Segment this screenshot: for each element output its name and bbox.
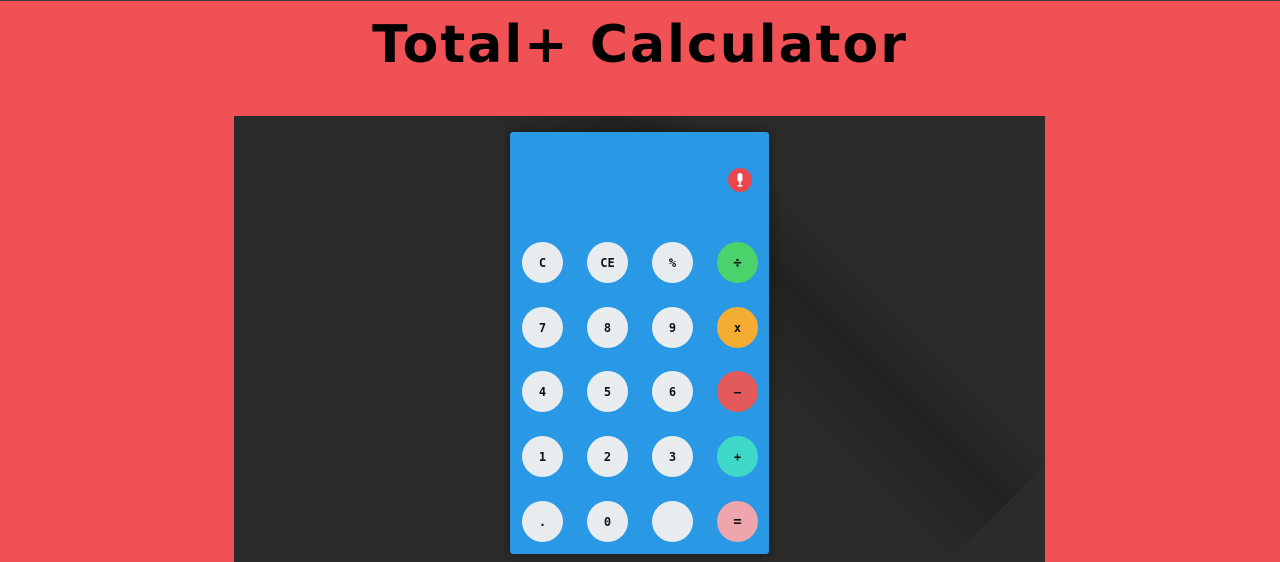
- eight-button[interactable]: 8: [587, 307, 628, 348]
- microphone-icon: [737, 173, 743, 187]
- divide-button[interactable]: ÷: [717, 242, 758, 283]
- decimal-button[interactable]: .: [522, 501, 563, 542]
- two-button[interactable]: 2: [587, 436, 628, 477]
- nine-button[interactable]: 9: [652, 307, 693, 348]
- three-button[interactable]: 3: [652, 436, 693, 477]
- multiply-button[interactable]: x: [717, 307, 758, 348]
- blank-button[interactable]: [652, 501, 693, 542]
- calculator-stage: C CE % ÷ 7 8 9 x 4 5 6 – 1 2 3 + . 0 =: [234, 116, 1045, 562]
- add-button[interactable]: +: [717, 436, 758, 477]
- four-button[interactable]: 4: [522, 371, 563, 412]
- microphone-button[interactable]: [728, 168, 752, 192]
- top-border: [0, 0, 1280, 1]
- subtract-button[interactable]: –: [717, 371, 758, 412]
- one-button[interactable]: 1: [522, 436, 563, 477]
- calculator-display: [522, 144, 712, 214]
- calculator: C CE % ÷ 7 8 9 x 4 5 6 – 1 2 3 + . 0 =: [510, 132, 769, 554]
- page-title: Total+ Calculator: [372, 15, 908, 75]
- seven-button[interactable]: 7: [522, 307, 563, 348]
- six-button[interactable]: 6: [652, 371, 693, 412]
- equals-button[interactable]: =: [717, 501, 758, 542]
- zero-button[interactable]: 0: [587, 501, 628, 542]
- clear-button[interactable]: C: [522, 242, 563, 283]
- clear-entry-button[interactable]: CE: [587, 242, 628, 283]
- five-button[interactable]: 5: [587, 371, 628, 412]
- percent-button[interactable]: %: [652, 242, 693, 283]
